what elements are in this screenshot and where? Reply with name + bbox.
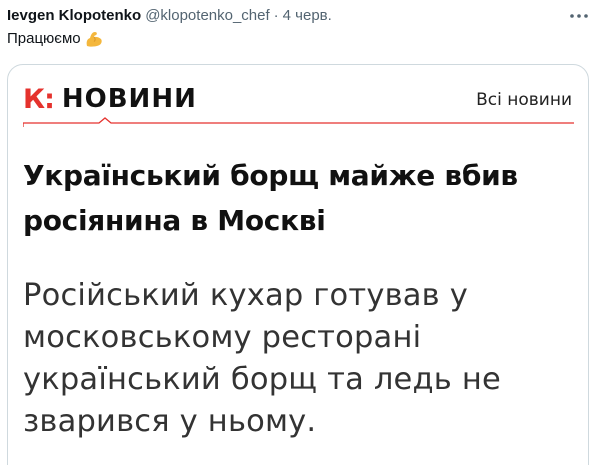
tweet-header: Ievgen Klopotenko @klopotenko_chef · 4 ч… (7, 6, 566, 26)
logo-mark: К: (23, 83, 55, 115)
tweet-timestamp[interactable]: 4 черв. (283, 6, 332, 26)
lede-line: зварився у ньому. (23, 404, 317, 439)
headline-line: Український борщ майже вбив (23, 159, 518, 192)
more-icon (570, 14, 588, 18)
all-news-link[interactable]: Всі новини (476, 90, 572, 110)
tweet-text-content: Працюємо (7, 30, 81, 47)
divider-line (23, 117, 574, 127)
more-options-button[interactable] (568, 6, 590, 26)
logo-text: НОВИНИ (61, 84, 197, 114)
tweet: Ievgen Klopotenko @klopotenko_chef · 4 ч… (0, 0, 606, 465)
link-preview-card[interactable]: К: НОВИНИ Всі новини Український борщ ма… (7, 64, 589, 465)
tweet-text: Працюємо (7, 29, 104, 49)
author-name[interactable]: Ievgen Klopotenko (7, 6, 141, 26)
site-logo: К: НОВИНИ (23, 83, 197, 115)
headline-line: росіянина в Москві (23, 204, 326, 237)
article-headline: Український борщ майже вбив росіянина в … (23, 153, 578, 243)
lede-line: Російський кухар готував у (23, 278, 468, 313)
lede-line: московському ресторані (23, 320, 422, 355)
lede-line: український борщ та ледь не (23, 362, 501, 397)
author-handle[interactable]: @klopotenko_chef (145, 6, 269, 26)
article-lede: Російський кухар готував у московському … (23, 275, 583, 443)
flexed-biceps-icon (84, 29, 104, 49)
header-separator: · (273, 7, 279, 24)
